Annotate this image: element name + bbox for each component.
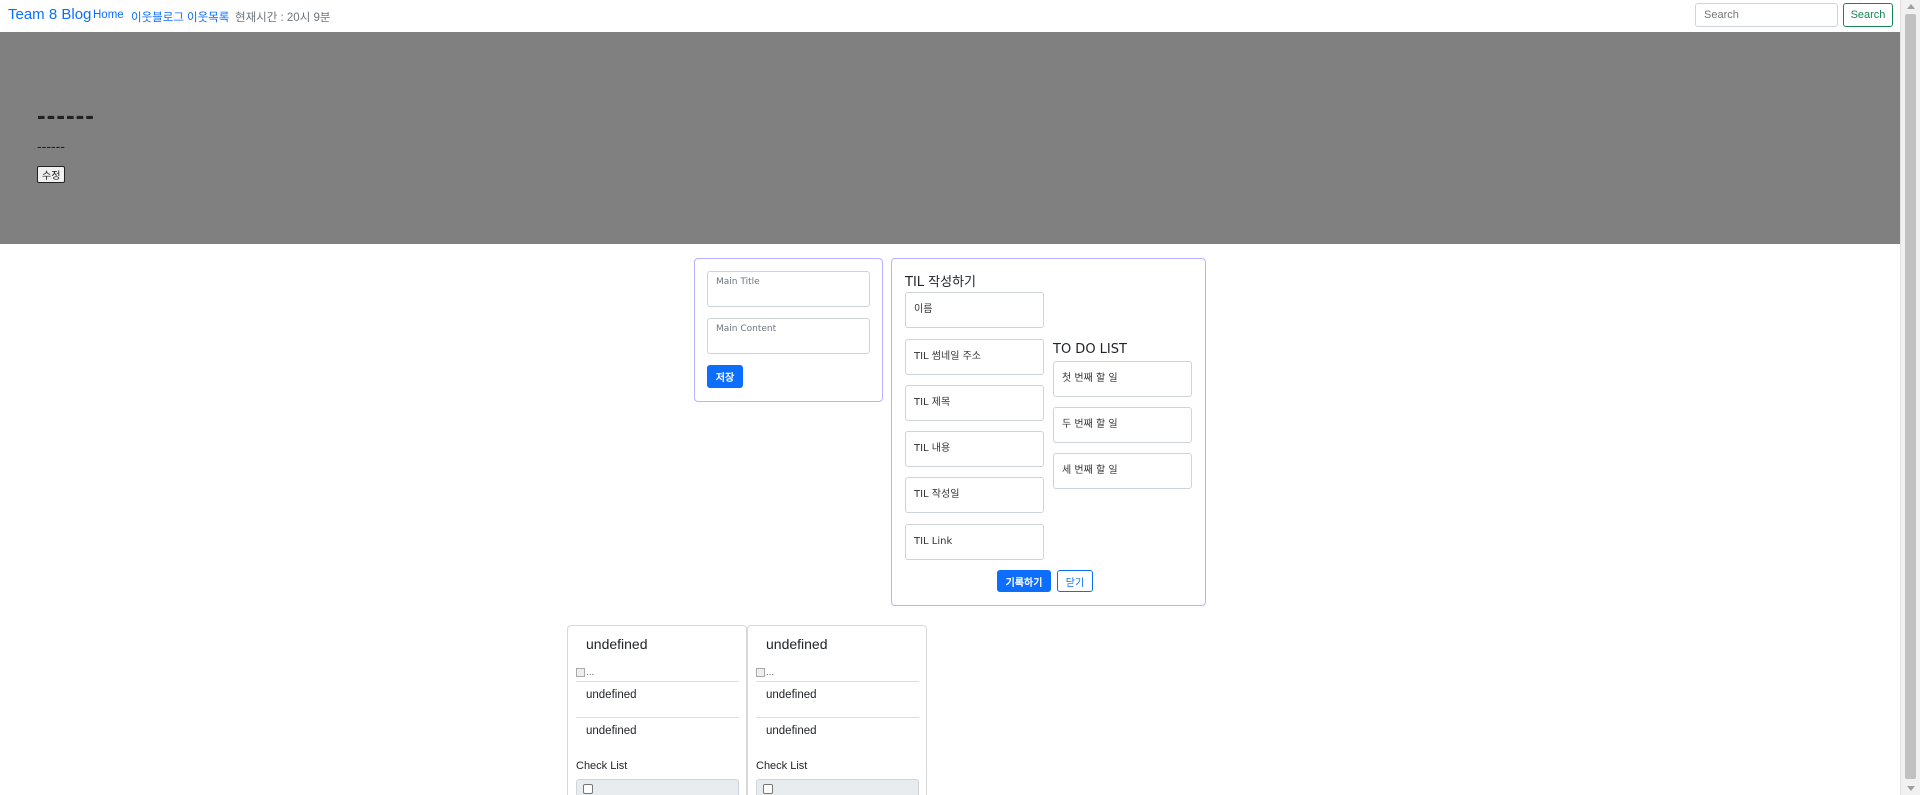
main-title-field[interactable]: Main Title bbox=[707, 271, 870, 307]
card-text: undefined bbox=[766, 689, 817, 701]
til-card[interactable]: undefined ... undefined undefined Check … bbox=[747, 625, 927, 795]
til-card[interactable]: undefined ... undefined undefined Check … bbox=[567, 625, 747, 795]
navbar: Team 8 Blog Home 이웃블로그 이웃목록 현재시간 : 20시 9… bbox=[0, 0, 1900, 32]
brand-link[interactable]: Team 8 Blog bbox=[8, 6, 91, 23]
check-list-checkbox[interactable] bbox=[763, 784, 773, 794]
close-button[interactable]: 닫기 bbox=[1057, 570, 1093, 592]
broken-image-icon bbox=[756, 667, 765, 677]
til-form: TIL 작성하기 이름 TIL 썸네일 주소 TIL 제목 TIL 내용 TIL… bbox=[891, 258, 1206, 606]
hero-subtitle: ------ bbox=[37, 138, 65, 154]
main-content-field[interactable]: Main Content bbox=[707, 318, 870, 354]
scrollbar-thumb[interactable] bbox=[1905, 14, 1916, 779]
card-image-alt: ... bbox=[766, 667, 775, 678]
card-text: undefined bbox=[586, 689, 637, 701]
til-content-field[interactable]: TIL 내용 bbox=[905, 431, 1044, 467]
broken-image-icon bbox=[576, 667, 585, 677]
submit-til-button[interactable]: 기록하기 bbox=[997, 570, 1051, 592]
check-list-item bbox=[756, 779, 919, 795]
current-time-text: 현재시간 : 20시 9분 bbox=[235, 12, 331, 24]
check-list-label: Check List bbox=[756, 760, 808, 772]
card-image: ... bbox=[756, 667, 774, 678]
hero-banner: ------ ------ 수정 bbox=[0, 32, 1900, 244]
card-divider bbox=[576, 681, 739, 682]
search-input[interactable] bbox=[1695, 3, 1838, 27]
todo-third-field[interactable]: 세 번째 할 일 bbox=[1053, 453, 1192, 489]
til-title-field[interactable]: TIL 제목 bbox=[905, 385, 1044, 421]
todo-heading: TO DO LIST bbox=[1053, 342, 1127, 357]
card-text: undefined bbox=[586, 725, 637, 737]
edit-button[interactable]: 수정 bbox=[37, 166, 66, 183]
til-link-field[interactable]: TIL Link bbox=[905, 524, 1044, 560]
card-divider bbox=[756, 681, 919, 682]
todo-first-field[interactable]: 첫 번째 할 일 bbox=[1053, 361, 1192, 397]
card-image-alt: ... bbox=[586, 667, 595, 678]
card-title: undefined bbox=[766, 636, 828, 652]
nav-neighbor-blog-link[interactable]: 이웃블로그 bbox=[131, 9, 184, 25]
todo-second-field[interactable]: 두 번째 할 일 bbox=[1053, 407, 1192, 443]
check-list-label: Check List bbox=[576, 760, 628, 772]
check-list-item bbox=[576, 779, 739, 795]
save-button[interactable]: 저장 bbox=[707, 365, 743, 388]
til-form-heading: TIL 작성하기 bbox=[905, 275, 976, 290]
card-title: undefined bbox=[586, 636, 648, 652]
card-divider bbox=[756, 717, 919, 718]
til-date-field[interactable]: TIL 작성일 bbox=[905, 477, 1044, 513]
check-list-checkbox[interactable] bbox=[583, 784, 593, 794]
scroll-down-arrow-icon[interactable] bbox=[1907, 786, 1915, 791]
card-image: ... bbox=[576, 667, 594, 678]
search-button[interactable]: Search bbox=[1843, 3, 1893, 27]
hero-title: ------ bbox=[37, 100, 95, 130]
card-text: undefined bbox=[766, 725, 817, 737]
nav-neighbor-list-link[interactable]: 이웃목록 bbox=[187, 9, 229, 25]
main-post-form: Main Title Main Content 저장 bbox=[694, 258, 883, 402]
page-scrollbar[interactable] bbox=[1900, 0, 1920, 795]
til-name-field[interactable]: 이름 bbox=[905, 292, 1044, 328]
til-thumbnail-field[interactable]: TIL 썸네일 주소 bbox=[905, 339, 1044, 375]
card-divider bbox=[576, 717, 739, 718]
scroll-up-arrow-icon[interactable] bbox=[1907, 4, 1915, 9]
nav-home-link[interactable]: Home bbox=[93, 9, 124, 21]
